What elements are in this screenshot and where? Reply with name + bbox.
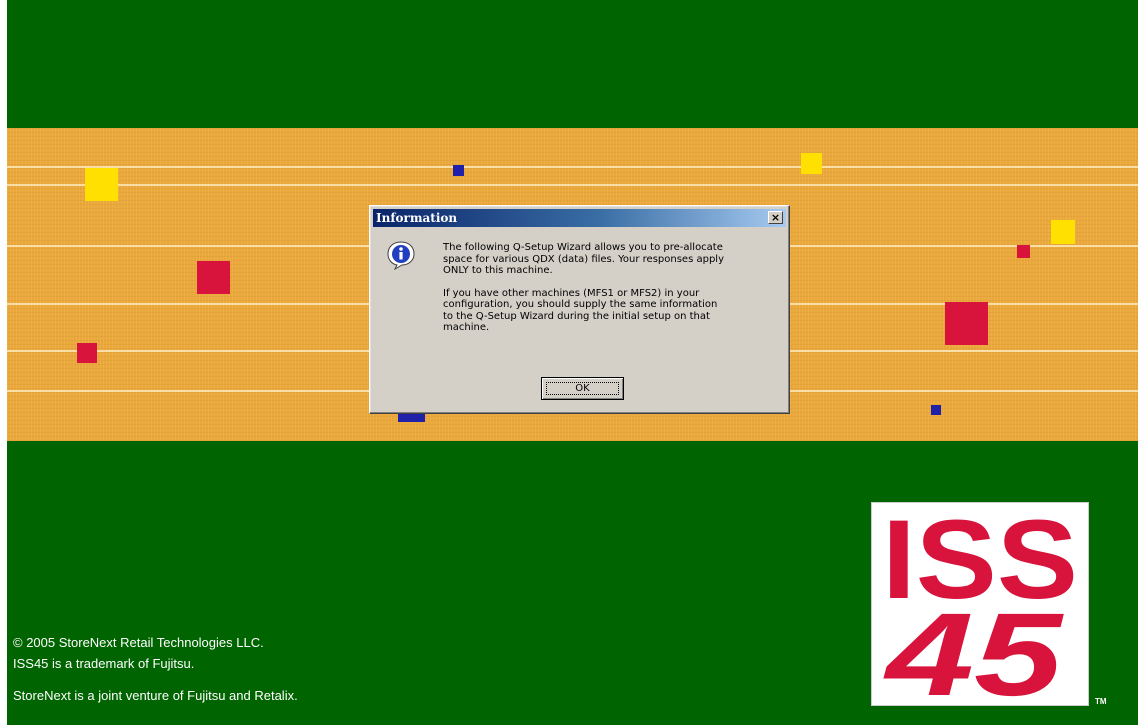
dialog-message: The following Q-Setup Wizard allows you … [443,242,773,345]
splash-background: Information × The following Q-Setup Wiza… [0,0,1138,725]
decor-square [1051,220,1075,244]
decor-square [801,153,822,174]
decor-square [453,165,464,176]
band-stripe [7,166,1138,168]
ok-button[interactable]: OK [541,377,624,400]
left-edge-strip [0,0,7,725]
decor-square [945,302,988,345]
decor-square [1017,245,1030,258]
decor-square [398,414,425,422]
decor-square [77,343,97,363]
message-paragraph-2: If you have other machines (MFS1 or MFS2… [443,287,718,334]
copyright-text: © 2005 StoreNext Retail Technologies LLC… [13,635,264,650]
info-icon [387,241,415,270]
decor-square [931,405,941,415]
dialog-titlebar[interactable]: Information × [373,209,786,227]
decor-square [85,168,118,201]
trademark-text: ISS45 is a trademark of Fujitsu. [13,656,195,671]
information-dialog: Information × The following Q-Setup Wiza… [369,205,790,414]
logo-45-text: 45 [883,589,1065,705]
venture-text: StoreNext is a joint venture of Fujitsu … [13,688,298,703]
message-paragraph-1: The following Q-Setup Wizard allows you … [443,242,724,276]
close-icon: × [770,211,781,224]
iss45-logo: ISS 45 [871,497,1089,721]
trademark-symbol: TM [1095,697,1107,706]
iss45-logo-mark: ISS 45 [882,497,1078,721]
ok-button-label: OK [546,382,619,395]
dialog-title: Information [376,211,458,225]
band-stripe [7,184,1138,186]
decor-square [197,261,230,294]
close-button[interactable]: × [768,211,783,224]
